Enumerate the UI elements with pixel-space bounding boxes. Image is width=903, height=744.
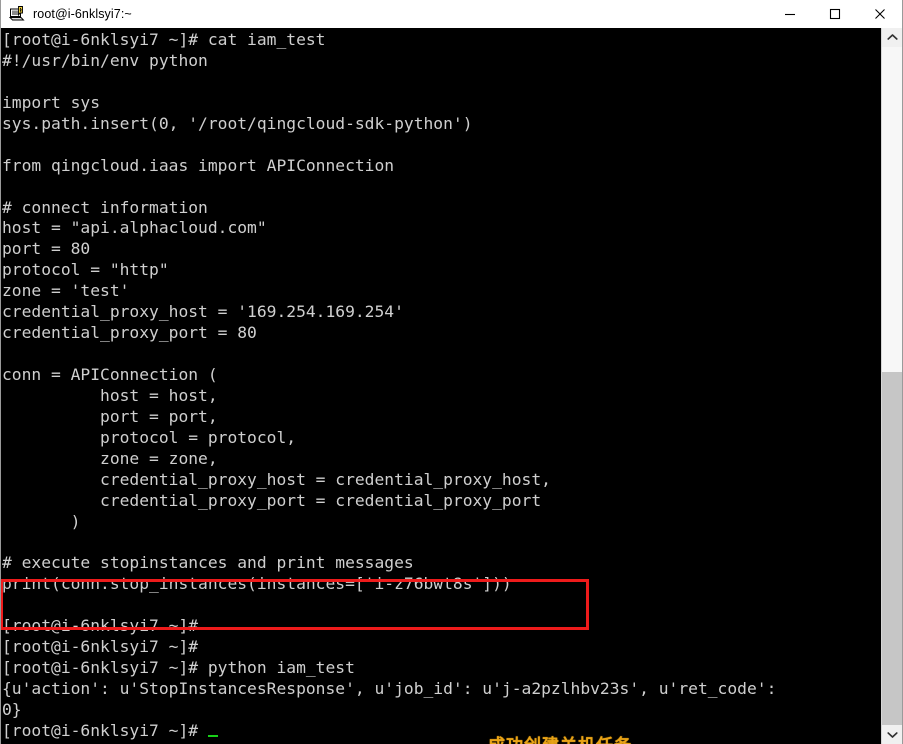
window-body: [root@i-6nklsyi7 ~]# cat iam_test #!/usr… xyxy=(1,28,902,744)
terminal-line: import sys xyxy=(2,92,101,112)
terminal-line-highlighted: print(conn.stop_instances(instances=['i-… xyxy=(2,574,512,594)
terminal-line: [root@i-6nklsyi7 ~]# cat iam_test xyxy=(2,30,326,49)
close-icon[interactable] xyxy=(857,0,902,28)
terminal-line: credential_proxy_port = 80 xyxy=(2,323,257,343)
putty-terminal-icon xyxy=(8,5,26,22)
title-bar: root@i-6nklsyi7:~ xyxy=(1,0,902,28)
scrollbar-thumb[interactable] xyxy=(882,372,902,725)
terminal-line: [root@i-6nklsyi7 ~]# xyxy=(2,637,199,657)
chevron-up-icon[interactable] xyxy=(882,28,902,47)
title-bar-left: root@i-6nklsyi7:~ xyxy=(1,5,767,22)
terminal-line: credential_proxy_port = credential_proxy… xyxy=(2,490,542,510)
terminal-line: {u'action': u'StopInstancesResponse', u'… xyxy=(2,679,777,699)
terminal-line: # connect information xyxy=(2,197,208,217)
terminal-line: zone = 'test' xyxy=(2,281,130,301)
terminal-line: from qingcloud.iaas import APIConnection xyxy=(2,155,395,175)
terminal-line: conn = APIConnection ( xyxy=(2,365,218,384)
terminal-line: credential_proxy_host = credential_proxy… xyxy=(2,469,551,489)
terminal-line: [root@i-6nklsyi7 ~]# python iam_test xyxy=(2,658,355,678)
terminal-line: protocol = protocol, xyxy=(2,427,297,447)
vertical-scrollbar[interactable] xyxy=(881,28,902,744)
terminal-line: ) xyxy=(2,511,81,531)
terminal-line: [root@i-6nklsyi7 ~]# xyxy=(2,616,199,636)
terminal-line: zone = zone, xyxy=(2,448,218,468)
terminal-line: #!/usr/bin/env python xyxy=(2,50,208,70)
terminal-line: sys.path.insert(0, '/root/qingcloud-sdk-… xyxy=(2,113,473,133)
terminal-cursor xyxy=(207,734,218,737)
maximize-icon[interactable] xyxy=(812,0,857,28)
terminal-line: credential_proxy_host = '169.254.169.254… xyxy=(2,302,404,322)
terminal-text-area: [root@i-6nklsyi7 ~]# cat iam_test #!/usr… xyxy=(1,28,881,742)
terminal-line: protocol = "http" xyxy=(2,260,169,280)
terminal-line: port = port, xyxy=(2,406,218,426)
terminal-line-prompt: [root@i-6nklsyi7 ~]# xyxy=(2,721,881,742)
terminal-window: root@i-6nklsyi7:~ [root@i-6nklsyi7 ~]# c… xyxy=(0,0,903,744)
terminal-line: host = "api.alphacloud.com" xyxy=(2,218,267,238)
terminal-line-highlighted: # execute stopinstances and print messag… xyxy=(2,553,414,573)
terminal-line: 0} xyxy=(2,700,22,719)
scrollbar-track[interactable] xyxy=(882,47,902,725)
terminal-line: port = 80 xyxy=(2,239,91,259)
window-controls xyxy=(767,0,902,28)
terminal-line: host = host, xyxy=(2,385,218,405)
chinese-annotation-label: 成功创建关机任务 xyxy=(488,731,632,744)
minimize-icon[interactable] xyxy=(767,0,812,28)
terminal-screen[interactable]: [root@i-6nklsyi7 ~]# cat iam_test #!/usr… xyxy=(1,28,881,744)
chevron-down-icon[interactable] xyxy=(882,725,902,744)
prompt-text: [root@i-6nklsyi7 ~]# xyxy=(2,720,208,740)
window-title: root@i-6nklsyi7:~ xyxy=(33,6,132,21)
